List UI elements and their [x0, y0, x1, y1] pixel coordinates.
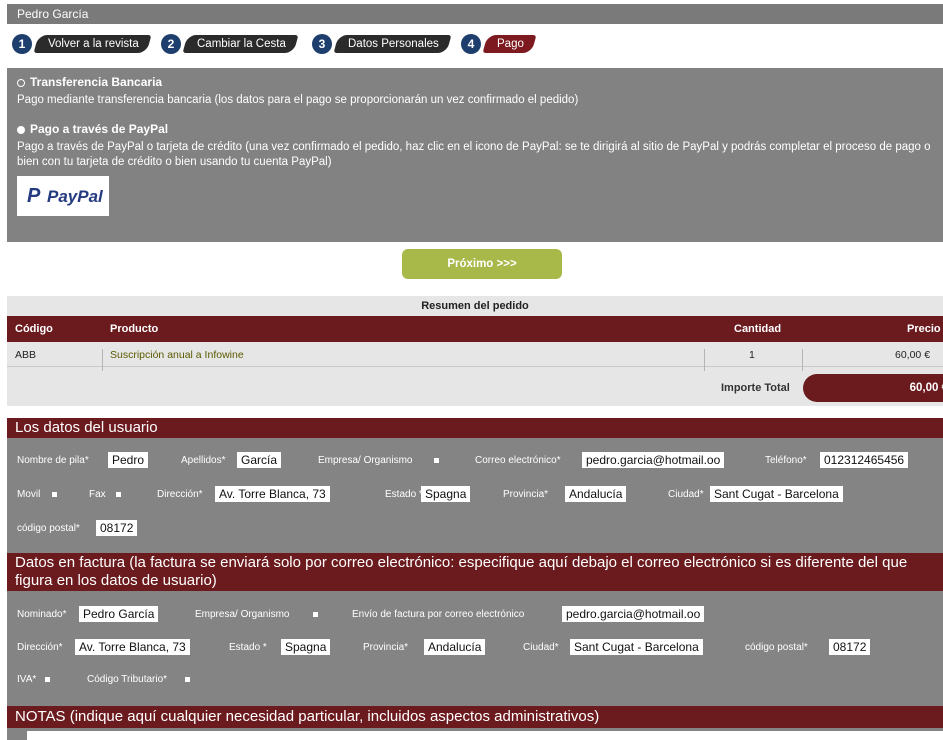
- next-button[interactable]: Próximo >>>: [402, 249, 562, 279]
- table-row: ABB Suscripción anual a Infowine 1 60,00…: [7, 344, 943, 371]
- invoice-email-field[interactable]: pedro.garcia@hotmail.oo: [562, 606, 705, 622]
- invoice-header: Datos en factura (la factura se enviará …: [7, 553, 943, 591]
- notes-title: NOTAS (indique aquí cualquier necesidad …: [15, 708, 600, 725]
- step-label: Cambiar la Cesta: [197, 38, 286, 50]
- invoice-state-label: Estado *: [229, 642, 267, 653]
- first-name-field[interactable]: Pedro: [108, 452, 149, 468]
- invoice-address-label: Dirección*: [17, 642, 63, 653]
- paypal-title: Pago a través de PayPal: [30, 122, 169, 136]
- user-data-header: Los datos del usuario: [7, 418, 943, 438]
- bank-transfer-radio[interactable]: [17, 78, 25, 87]
- mobile-label: Movil: [17, 489, 41, 500]
- total-value: 60,00 €: [803, 374, 943, 402]
- province-label: Provincia*: [503, 489, 549, 500]
- vat-label: IVA*: [17, 674, 37, 685]
- row-code: ABB: [15, 349, 37, 361]
- invoice-province-label: Provincia*: [363, 642, 409, 653]
- email-label: Correo electrónico*: [475, 455, 561, 466]
- paypal-p-icon: P: [27, 185, 41, 207]
- notes-header: NOTAS (indique aquí cualquier necesidad …: [7, 706, 943, 728]
- step-label: Datos Personales: [348, 38, 439, 50]
- step-number: 1: [12, 34, 32, 54]
- paypal-option[interactable]: Pago a través de PayPal: [17, 122, 168, 136]
- col-product: Producto: [110, 323, 159, 335]
- phone-field[interactable]: 012312465456: [820, 452, 909, 468]
- phone-label: Teléfono*: [765, 455, 807, 466]
- invoice-name-label: Nominado*: [17, 609, 67, 620]
- col-code: Código: [15, 323, 53, 335]
- first-name-label: Nombre de pila*: [17, 455, 89, 466]
- surname-label: Apellidos*: [181, 455, 226, 466]
- invoice-name-field[interactable]: Pedro García: [79, 606, 159, 622]
- step-label: Volver a la revista: [48, 38, 139, 50]
- state-field[interactable]: Spagna: [421, 486, 471, 502]
- invoice-zip-field[interactable]: 08172: [829, 639, 871, 655]
- email-field[interactable]: pedro.garcia@hotmail.oo: [582, 452, 725, 468]
- invoice-title: Datos en factura (la factura se enviará …: [15, 554, 908, 589]
- vat-field[interactable]: [45, 677, 50, 682]
- state-label: Estado *: [385, 489, 423, 500]
- invoice-province-field[interactable]: Andalucía: [424, 639, 486, 655]
- company-field[interactable]: [434, 458, 439, 463]
- paypal-logo[interactable]: P PayPal: [17, 176, 109, 216]
- bank-transfer-title: Transferencia Bancaria: [30, 75, 163, 89]
- city-field[interactable]: Sant Cugat - Barcelona: [710, 486, 843, 502]
- row-price: 60,00 €: [895, 349, 931, 361]
- notes-textarea[interactable]: [27, 731, 943, 740]
- tax-code-label: Código Tributario*: [87, 674, 168, 685]
- invoice-section: Datos en factura (la factura se enviará …: [7, 553, 943, 706]
- mobile-field[interactable]: [52, 492, 57, 497]
- notes-panel: [7, 728, 943, 740]
- col-quantity: Cantidad: [734, 323, 782, 335]
- tax-code-field[interactable]: [185, 677, 190, 682]
- zip-field[interactable]: 08172: [96, 520, 138, 536]
- user-header-bar: Pedro García: [7, 4, 943, 24]
- invoice-state-field[interactable]: Spagna: [281, 639, 331, 655]
- bank-transfer-description: Pago mediante transferencia bancaria (lo…: [17, 94, 579, 106]
- user-name: Pedro García: [17, 7, 89, 21]
- bank-transfer-option[interactable]: Transferencia Bancaria: [17, 75, 162, 89]
- invoice-company-field[interactable]: [313, 612, 318, 617]
- order-summary: Resumen del pedido Código Producto Canti…: [7, 296, 943, 406]
- fax-field[interactable]: [116, 492, 121, 497]
- fax-label: Fax: [89, 489, 106, 500]
- invoice-city-field[interactable]: Sant Cugat - Barcelona: [570, 639, 703, 655]
- paypal-description: Pago a través de PayPal o tarjeta de cré…: [17, 141, 931, 168]
- surname-field[interactable]: García: [237, 452, 282, 468]
- row-quantity: 1: [749, 349, 755, 361]
- step-number: 3: [312, 34, 332, 54]
- invoice-company-label: Empresa/ Organismo: [195, 609, 290, 620]
- col-price: Precio: [907, 323, 941, 335]
- address-label: Dirección*: [157, 489, 203, 500]
- row-product: Suscripción anual a Infowine: [110, 349, 244, 361]
- zip-label: código postal*: [17, 523, 80, 534]
- step-number: 2: [161, 34, 181, 54]
- invoice-email-label: Envío de factura por correo electrónico: [352, 609, 525, 620]
- summary-title: Resumen del pedido: [421, 300, 529, 312]
- summary-table-header: Código Producto Cantidad Precio: [7, 316, 943, 342]
- paypal-logo-text: PayPal: [47, 187, 103, 206]
- paypal-radio[interactable]: [17, 125, 25, 134]
- province-field[interactable]: Andalucía: [565, 486, 627, 502]
- user-data-title: Los datos del usuario: [15, 419, 158, 436]
- address-field[interactable]: Av. Torre Blanca, 73: [215, 486, 330, 502]
- invoice-address-field[interactable]: Av. Torre Blanca, 73: [75, 639, 190, 655]
- payment-options-panel: Transferencia Bancaria Pago mediante tra…: [7, 68, 943, 242]
- company-label: Empresa/ Organismo: [318, 455, 413, 466]
- city-label: Ciudad*: [668, 489, 704, 500]
- invoice-zip-label: código postal*: [745, 642, 808, 653]
- user-data-section: Los datos del usuario Nombre de pila* Pe…: [7, 418, 943, 553]
- invoice-city-label: Ciudad*: [523, 642, 559, 653]
- step-label: Pago: [497, 38, 524, 50]
- total-label: Importe Total: [721, 382, 790, 394]
- step-number: 4: [461, 34, 481, 54]
